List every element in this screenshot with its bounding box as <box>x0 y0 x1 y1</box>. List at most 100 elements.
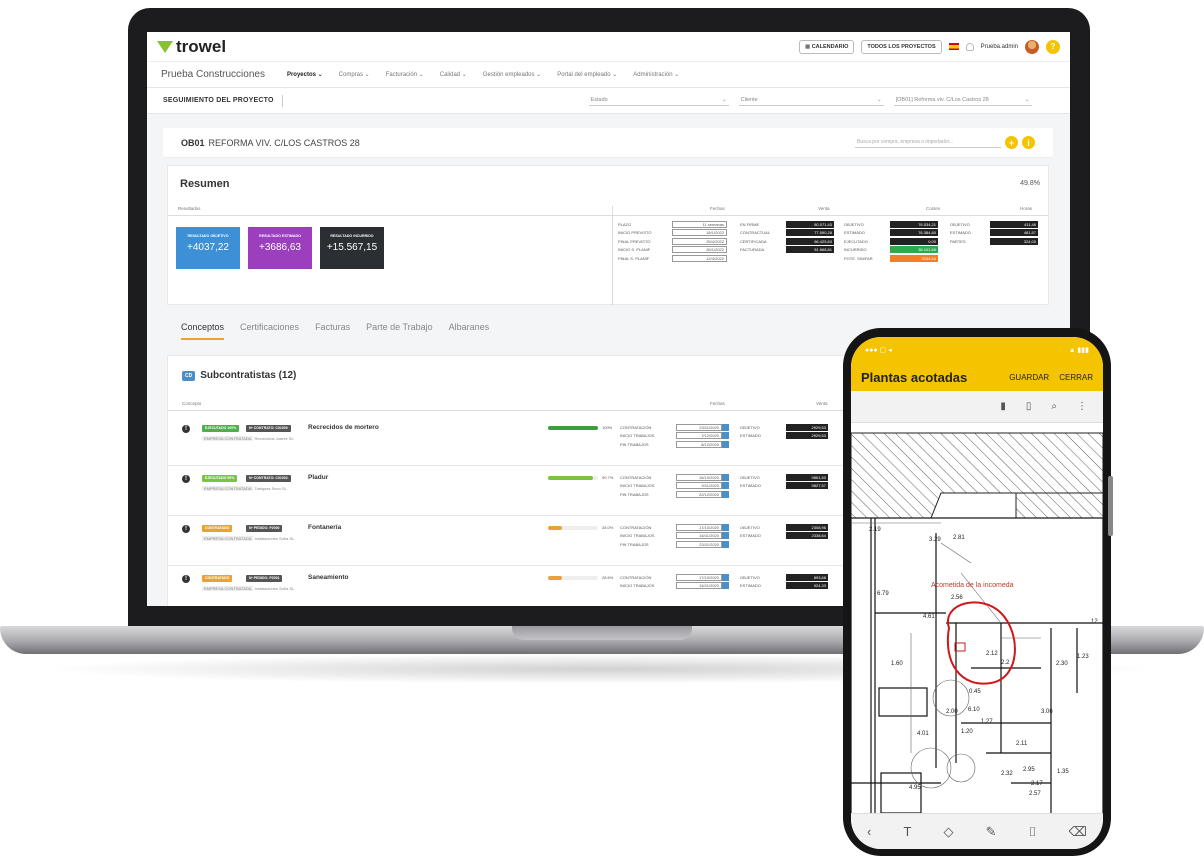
date-field[interactable]: 16/10/2020 <box>676 473 722 481</box>
info-button[interactable]: i <box>1022 136 1035 149</box>
calendar-icon[interactable] <box>722 582 729 590</box>
avatar[interactable] <box>1025 39 1039 54</box>
back-icon[interactable]: ‹ <box>867 824 871 839</box>
calendar-button[interactable]: ▦ CALENDARIO <box>798 39 855 54</box>
date-field[interactable]: 17/10/2020 <box>676 523 722 531</box>
project-search-input[interactable]: Busca por compra, empresa o importador..… <box>855 137 1001 148</box>
user-name[interactable]: Prueba.admin <box>981 44 1018 50</box>
project-header: OB01 REFORMA VIV. C/LOS CASTROS 28 Busca… <box>163 128 1053 158</box>
concept-name[interactable]: Pladur <box>308 474 328 481</box>
date-field[interactable]: 23/11/2020 <box>676 540 722 548</box>
dates-block: CONTRATACIÓN 17/10/2020 INICIO TRABAJOS 16/… <box>620 573 729 590</box>
table-row[interactable]: ! EJECUTADO 90% Nº CONTRATO: C01002 Pladur E… <box>168 466 856 516</box>
date-field[interactable]: 7/12/2020 <box>676 432 722 440</box>
costes-block: OBJETIVO 76.034,21 ESTIMADO 76.384,80 EJEC… <box>844 220 938 262</box>
app-logo[interactable]: trowel <box>157 37 226 57</box>
table-row[interactable]: ! CONTRATADO Nº PEDIDO: P2001 Saneamiento EM… <box>168 566 856 606</box>
all-projects-button[interactable]: TODOS LOS PROYECTOS <box>861 39 942 54</box>
company-line: EMPRESA CONTRATADA Recrecidos Juarez SL <box>202 436 294 441</box>
file-icon[interactable]: ▮ <box>1000 401 1006 412</box>
calendar-icon[interactable] <box>722 440 729 448</box>
calendar-icon[interactable] <box>722 532 729 540</box>
page-title: SEGUIMIENTO DEL PROYECTO <box>163 97 274 104</box>
filter-bar: SEGUIMIENTO DEL PROYECTO Estado ⌄ Cliente… <box>147 88 1070 114</box>
table-row[interactable]: ! EJECUTADO 100% Nº CONTRATO: C01000 Recrec… <box>168 416 856 466</box>
date-field[interactable]: 8/12/2020 <box>676 440 722 448</box>
tab-facturas[interactable]: Facturas <box>315 322 350 340</box>
textbox-tool-icon[interactable]: ⌷ <box>1029 824 1037 840</box>
date-field[interactable]: 9/11/2020 <box>676 482 722 490</box>
nav-calidad[interactable]: Calidad ⌄ <box>440 71 467 78</box>
more-icon[interactable]: ⋮ <box>1077 401 1087 412</box>
dimension-label: 6.79 <box>877 591 889 597</box>
calendar-icon[interactable] <box>722 540 729 548</box>
info-icon[interactable]: ! <box>182 525 190 533</box>
info-icon[interactable]: ! <box>182 475 190 483</box>
nav-gestion-empleados[interactable]: Gestión empleados ⌄ <box>483 71 541 78</box>
tab-parte-trabajo[interactable]: Parte de Trabajo <box>366 322 433 340</box>
status-right: ▲ ▮▮▮ <box>1068 347 1089 354</box>
phone-app-bar: Plantas acotadas GUARDAR CERRAR <box>851 363 1103 391</box>
shape-tool-icon[interactable]: ◇ <box>944 824 954 840</box>
dimension-label: 4.01 <box>917 731 929 737</box>
calendar-icon[interactable] <box>722 432 729 440</box>
date-field[interactable]: 23/11/2020 <box>676 423 722 431</box>
search-icon[interactable]: ⌕ <box>1051 401 1057 412</box>
bell-icon[interactable] <box>965 42 974 51</box>
company-line: EMPRESA CONTRATADA Instalaciones Sofía S… <box>202 586 295 591</box>
floor-plan-canvas[interactable]: Acometida de la incomeda 2.19 3.29 2.81 6.7… <box>851 423 1103 819</box>
phone-title: Plantas acotadas <box>861 369 968 385</box>
save-button[interactable]: GUARDAR <box>1009 373 1049 382</box>
dimension-label: 3.29 <box>929 537 941 543</box>
concept-name[interactable]: Saneamiento <box>308 574 348 581</box>
nav-proyectos[interactable]: Proyectos ⌄ <box>287 71 323 78</box>
project-tabs: Conceptos Certificaciones Facturas Parte… <box>181 322 489 340</box>
project-code: OB01 <box>181 137 205 148</box>
nav-facturacion[interactable]: Facturación ⌄ <box>386 71 424 78</box>
eraser-icon[interactable]: ⌫ <box>1069 824 1087 840</box>
calendar-icon[interactable] <box>722 423 729 431</box>
date-field[interactable]: 17/10/2020 <box>676 573 722 581</box>
logo-icon <box>157 40 173 53</box>
language-flag-icon[interactable] <box>948 43 959 50</box>
date-field[interactable]: 16/11/2020 <box>676 532 722 540</box>
date-field[interactable]: 16/11/2020 <box>676 582 722 590</box>
calendar-icon[interactable] <box>722 573 729 581</box>
help-button[interactable]: ? <box>1046 39 1060 54</box>
close-button[interactable]: CERRAR <box>1059 373 1093 382</box>
obra-select[interactable]: [OB01] Reforma viv. C/Los Castros 28 ⌄ <box>893 95 1032 106</box>
text-tool-icon[interactable]: T <box>903 824 911 839</box>
estado-select[interactable]: Estado ⌄ <box>588 95 729 106</box>
dimension-label: 2.00 <box>946 709 958 715</box>
tab-certificaciones[interactable]: Certificaciones <box>240 322 299 340</box>
concept-name[interactable]: Fontanería <box>308 524 341 531</box>
nav-compras[interactable]: Compras ⌄ <box>339 71 370 78</box>
concept-name[interactable]: Recrecidos de mortero <box>308 424 379 431</box>
calendar-icon[interactable] <box>722 490 729 498</box>
calendar-icon[interactable] <box>722 473 729 481</box>
cliente-select[interactable]: Cliente ⌄ <box>738 95 884 106</box>
progress-bar <box>548 426 598 430</box>
dimension-label: 2.56 <box>951 595 963 601</box>
info-icon[interactable]: ! <box>182 575 190 583</box>
hdr-fechas: Fechas <box>710 206 725 211</box>
hdr-venta: Venta <box>818 206 830 211</box>
venta-block: EN FIRME 80.071,43 CONTRACTUAL 77.590,28 C… <box>740 220 834 254</box>
pen-tool-icon[interactable]: ✎ <box>986 824 997 840</box>
phone-screen: ●●● ▢ ◂ ▲ ▮▮▮ Plantas acotadas GUARDAR C… <box>851 337 1103 849</box>
dates-block: CONTRATACIÓN 17/10/2020 INICIO TRABAJOS 16/… <box>620 523 729 549</box>
summary-title: Resumen <box>180 178 230 190</box>
tab-albaranes[interactable]: Albaranes <box>449 322 490 340</box>
date-field[interactable]: 22/12/2020 <box>676 490 722 498</box>
nav-portal-empleado[interactable]: Portal del empleado ⌄ <box>557 71 617 78</box>
bookmark-icon[interactable]: ▯ <box>1026 401 1032 412</box>
add-button[interactable]: + <box>1005 136 1018 149</box>
nav-administracion[interactable]: Administración ⌄ <box>633 71 679 78</box>
table-row[interactable]: ! CONTRATADO Nº PEDIDO: P2000 Fontanería EMP… <box>168 516 856 566</box>
calendar-icon[interactable] <box>722 482 729 490</box>
dimension-label: 2.19 <box>869 527 881 533</box>
tab-conceptos[interactable]: Conceptos <box>181 322 225 340</box>
calendar-icon[interactable] <box>722 523 729 531</box>
dimension-label: 4.61 <box>923 614 935 620</box>
info-icon[interactable]: ! <box>182 425 190 433</box>
